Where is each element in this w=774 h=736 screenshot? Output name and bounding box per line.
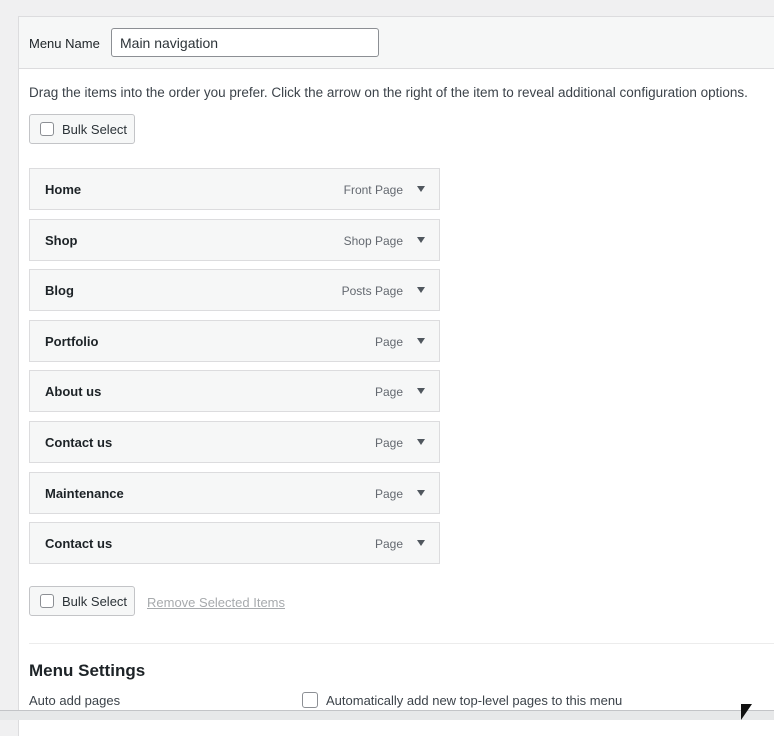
menu-edit-panel: Menu Name Drag the items into the order …: [18, 16, 774, 736]
menu-item[interactable]: Contact us Page: [29, 522, 440, 565]
bottom-scroll-bar: [0, 710, 774, 720]
triangle-down-icon[interactable]: [411, 533, 431, 553]
menu-item-type: Page: [374, 537, 403, 552]
bulk-select-checkbox[interactable]: [40, 122, 54, 136]
bulk-select-label: Bulk Select: [62, 593, 128, 609]
bulk-select-bottom[interactable]: Bulk Select: [29, 586, 135, 616]
triangle-down-icon[interactable]: [411, 280, 431, 300]
menu-item-type: Shop Page: [343, 233, 403, 248]
triangle-down-icon[interactable]: [411, 432, 431, 452]
triangle-down-icon[interactable]: [411, 230, 431, 250]
triangle-down-icon[interactable]: [411, 381, 431, 401]
menu-item-type: Page: [374, 435, 403, 450]
menu-item-type: Page: [374, 334, 403, 349]
remove-selected-items-link[interactable]: Remove Selected Items: [147, 595, 285, 610]
menu-item-type: Posts Page: [341, 284, 403, 299]
menu-item-title: Contact us: [45, 434, 113, 450]
menu-item-title: Maintenance: [45, 485, 124, 501]
menu-item[interactable]: Portfolio Page: [29, 319, 440, 362]
menu-item-type: Front Page: [343, 183, 403, 197]
mouse-pointer-icon: [741, 704, 752, 720]
menu-name-input[interactable]: [111, 28, 379, 57]
auto-add-pages-option[interactable]: Automatically add new top-level pages to…: [302, 692, 622, 708]
menu-item[interactable]: About us Page: [29, 370, 440, 413]
menu-item[interactable]: Contact us Page: [29, 420, 440, 463]
bulk-select-top[interactable]: Bulk Select: [29, 114, 135, 144]
menu-items-list: Home Front Page Shop Shop Page Blog Posts Pag…: [29, 168, 440, 573]
menu-settings-heading: Menu Settings: [29, 661, 146, 680]
triangle-down-icon[interactable]: [411, 179, 431, 199]
menu-item-title: Shop: [45, 232, 78, 248]
triangle-down-icon[interactable]: [411, 483, 431, 503]
menu-item-type: Page: [374, 385, 403, 400]
menu-item-title: Portfolio: [45, 333, 99, 349]
menu-item-title: Blog: [45, 283, 74, 299]
auto-add-pages-text: Automatically add new top-level pages to…: [326, 692, 623, 708]
bulk-select-checkbox[interactable]: [40, 594, 54, 608]
menu-item[interactable]: Blog Posts Page: [29, 269, 440, 312]
menu-item[interactable]: Maintenance Page: [29, 471, 440, 514]
section-divider: [29, 643, 774, 644]
drag-instructions: Drag the items into the order you prefer…: [29, 85, 748, 100]
menu-name-label: Menu Name: [29, 36, 100, 51]
menu-item-title: About us: [45, 384, 102, 400]
menu-item[interactable]: Home Front Page: [29, 168, 440, 210]
menu-item-title: Home: [45, 182, 82, 197]
menu-item[interactable]: Shop Shop Page: [29, 218, 440, 261]
menu-item-title: Contact us: [45, 536, 113, 552]
auto-add-pages-label: Auto add pages: [29, 693, 121, 708]
auto-add-pages-checkbox[interactable]: [302, 692, 318, 708]
bulk-select-label: Bulk Select: [62, 121, 128, 137]
menu-header-bar: Menu Name: [19, 17, 774, 69]
triangle-down-icon[interactable]: [411, 331, 431, 351]
menu-item-type: Page: [374, 486, 403, 501]
